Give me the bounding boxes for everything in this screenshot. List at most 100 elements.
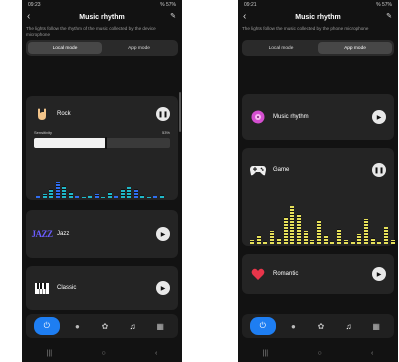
- sensitivity-slider[interactable]: [34, 137, 170, 149]
- jazz-card[interactable]: JAZZ Jazz ▶: [26, 210, 178, 258]
- equalizer-gap: [296, 232, 301, 233]
- equalizer-gap: [127, 195, 131, 196]
- pause-icon: ❚❚: [373, 167, 385, 174]
- equalizer-gap: [303, 232, 308, 233]
- grid-icon[interactable]: ▦: [366, 317, 386, 335]
- title-bar: ‹ Music rhythm ✎: [22, 10, 182, 24]
- page-title: Music rhythm: [79, 13, 125, 21]
- home-icon[interactable]: ○: [317, 350, 321, 357]
- back-nav-icon[interactable]: ‹: [155, 350, 157, 357]
- equalizer-gap: [303, 235, 308, 236]
- play-button[interactable]: ▶: [156, 227, 170, 241]
- recent-apps-icon[interactable]: |||: [263, 350, 268, 357]
- music-note-icon[interactable]: ♫: [123, 317, 143, 335]
- play-button[interactable]: ▶: [372, 267, 386, 281]
- equalizer-bar: [330, 241, 335, 244]
- equalizer-gap: [330, 241, 335, 242]
- page-subtitle: The lights follow the rhythm of the musi…: [26, 26, 156, 37]
- romantic-card[interactable]: Romantic ▶: [242, 254, 394, 294]
- tab-app-mode[interactable]: App mode: [318, 42, 392, 54]
- bulb-icon[interactable]: ●: [67, 317, 87, 335]
- equalizer-gap: [140, 195, 144, 196]
- mode-tabs: Local mode App mode: [242, 40, 394, 56]
- equalizer-gap: [49, 192, 53, 193]
- game-label: Game: [273, 167, 290, 173]
- equalizer-bar: [350, 241, 355, 244]
- jazz-label: Jazz: [57, 231, 70, 237]
- equalizer-gap: [290, 229, 295, 230]
- back-icon[interactable]: ‹: [27, 11, 30, 22]
- mode-tabs: Local mode App mode: [26, 40, 178, 56]
- back-nav-icon[interactable]: ‹: [371, 350, 373, 357]
- equalizer-gap: [296, 238, 301, 239]
- equalizer-gap: [290, 217, 295, 218]
- equalizer-gap: [62, 186, 66, 187]
- music-rhythm-card[interactable]: Music rhythm ▶: [242, 94, 394, 140]
- palette-icon[interactable]: ✿: [311, 317, 331, 335]
- equalizer-gap: [270, 232, 275, 233]
- back-icon[interactable]: ‹: [243, 11, 246, 22]
- edit-icon[interactable]: ✎: [386, 12, 392, 20]
- bulb-icon[interactable]: ●: [283, 317, 303, 335]
- home-icon[interactable]: ○: [101, 350, 105, 357]
- play-button[interactable]: ▶: [156, 281, 170, 295]
- equalizer-gap: [276, 238, 281, 239]
- equalizer-gap: [363, 241, 368, 242]
- jazz-icon: JAZZ: [31, 229, 54, 239]
- equalizer-gap: [55, 183, 60, 184]
- equalizer-gap: [55, 195, 60, 196]
- tab-local-mode[interactable]: Local mode: [244, 42, 318, 54]
- power-icon[interactable]: ⏻: [33, 317, 60, 335]
- equalizer-gap: [133, 195, 138, 196]
- romantic-label: Romantic: [273, 271, 299, 277]
- equalizer-gap: [384, 241, 388, 242]
- equalizer-bar: [153, 196, 157, 198]
- equalizer-gap: [62, 192, 66, 193]
- grid-icon[interactable]: ▦: [150, 317, 170, 335]
- pause-button[interactable]: ❚❚: [156, 107, 170, 121]
- equalizer-bar: [377, 241, 382, 244]
- scrollbar[interactable]: [179, 92, 181, 132]
- music-note-icon[interactable]: ♫: [339, 317, 359, 335]
- phone-screen-local-mode: 09:23 % 57% ‹ Music rhythm ✎ The lights …: [22, 0, 182, 362]
- rock-card[interactable]: Rock ❚❚ Sensitivity 53%: [26, 96, 178, 200]
- equalizer-gap: [357, 235, 362, 236]
- play-button[interactable]: ▶: [372, 110, 386, 124]
- equalizer-gap: [370, 241, 375, 242]
- recent-apps-icon[interactable]: |||: [47, 350, 52, 357]
- equalizer-gap: [317, 229, 321, 230]
- equalizer-gap: [363, 229, 368, 230]
- sensitivity-slider-handle[interactable]: [105, 137, 108, 149]
- equalizer-gap: [384, 235, 388, 236]
- system-nav-bar: ||| ○ ‹: [238, 344, 398, 362]
- equalizer-gap: [68, 192, 73, 193]
- pause-icon: ❚❚: [157, 111, 169, 118]
- sensitivity-slider-fill: [34, 138, 107, 148]
- tab-app-mode[interactable]: App mode: [102, 42, 176, 54]
- equalizer-bar: [120, 189, 125, 198]
- equalizer-visual: [36, 180, 168, 198]
- equalizer-bar: [263, 241, 268, 244]
- equalizer-gap: [270, 235, 275, 236]
- edit-icon[interactable]: ✎: [170, 12, 176, 20]
- pause-button[interactable]: ❚❚: [372, 163, 386, 177]
- equalizer-gap: [337, 235, 342, 236]
- equalizer-gap: [55, 186, 60, 187]
- equalizer-bar: [256, 235, 261, 244]
- equalizer-bar: [146, 197, 151, 198]
- page-title: Music rhythm: [295, 13, 341, 21]
- equalizer-gap: [357, 238, 362, 239]
- power-icon[interactable]: ⏻: [249, 317, 276, 335]
- palette-icon[interactable]: ✿: [95, 317, 115, 335]
- equalizer-gap: [296, 220, 301, 221]
- equalizer-gap: [363, 223, 368, 224]
- equalizer-gap: [107, 192, 112, 193]
- equalizer-bar: [88, 196, 92, 198]
- equalizer-gap: [296, 241, 301, 242]
- equalizer-gap: [357, 241, 362, 242]
- equalizer-gap: [363, 232, 368, 233]
- tab-local-mode[interactable]: Local mode: [28, 42, 102, 54]
- equalizer-gap: [42, 195, 47, 196]
- game-card[interactable]: Game ❚❚: [242, 148, 395, 246]
- classic-card[interactable]: Classic ▶: [26, 266, 178, 310]
